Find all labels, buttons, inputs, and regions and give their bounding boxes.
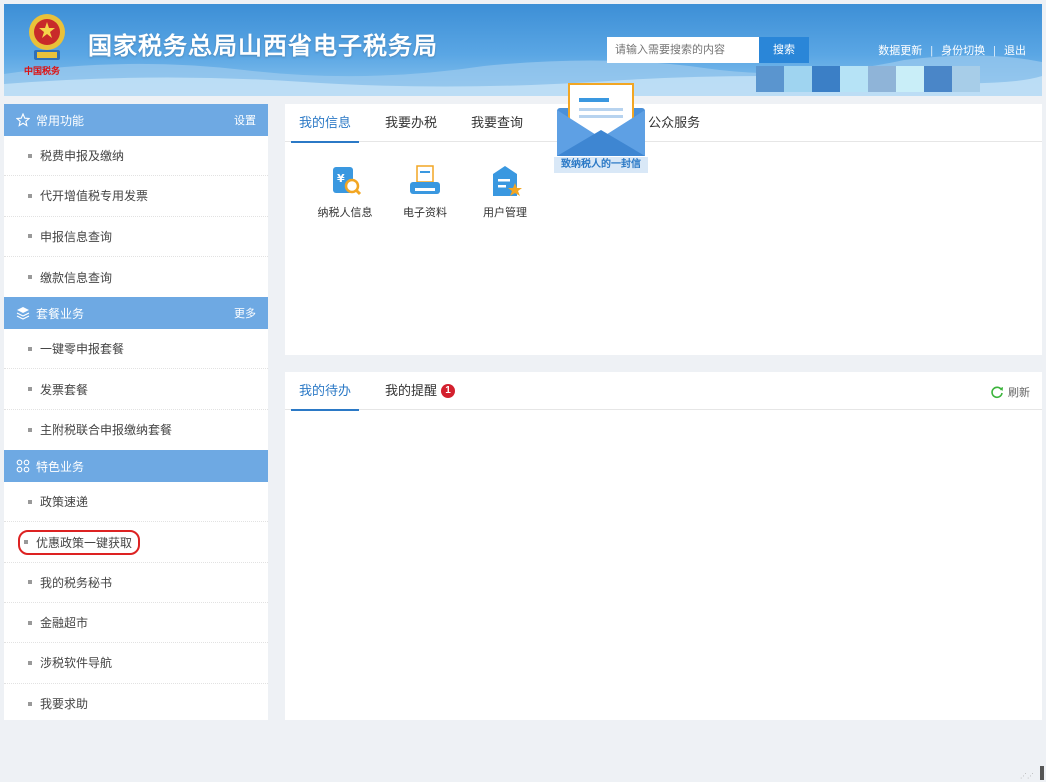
sidebar-item-label: 缴款信息查询 bbox=[40, 270, 113, 285]
section-title: 套餐业务 bbox=[36, 306, 85, 321]
tab-public-service[interactable]: 公众服务 bbox=[640, 104, 708, 142]
sidebar: 常用功能 设置 税费申报及缴纳 代开增值税专用发票 申报信息查询 缴款信息查询 … bbox=[4, 104, 268, 720]
function-tiles: ¥ 纳税人信息 电子资料 用户管理 bbox=[285, 142, 1042, 220]
reminder-count-badge: 1 bbox=[441, 384, 456, 398]
section-title: 常用功能 bbox=[36, 113, 85, 128]
user-management-icon bbox=[493, 166, 522, 196]
sidebar-item-label: 金融超市 bbox=[40, 616, 89, 631]
data-update-link[interactable]: 数据更新 bbox=[878, 45, 922, 57]
sidebar-section-packages: 套餐业务 更多 bbox=[4, 297, 268, 330]
sidebar-item[interactable]: 一键零申报套餐 bbox=[4, 329, 268, 370]
sidebar-item-label: 一键零申报套餐 bbox=[40, 342, 125, 357]
emblem-caption: 中国税务 bbox=[24, 66, 61, 76]
sidebar-item-label: 政策速递 bbox=[40, 495, 89, 510]
tab-my-reminders[interactable]: 我的提醒 1 bbox=[377, 372, 463, 410]
sidebar-item-label: 优惠政策一键获取 bbox=[36, 535, 133, 550]
sidebar-item[interactable]: 我的税务秘书 bbox=[4, 563, 268, 603]
sidebar-item[interactable]: 发票套餐 bbox=[4, 369, 268, 410]
taxpayer-info-icon: ¥ bbox=[333, 167, 362, 196]
tab-my-todo[interactable]: 我的待办 bbox=[291, 372, 360, 411]
tile-taxpayer-info[interactable]: ¥ 纳税人信息 bbox=[305, 162, 385, 220]
info-tabs: 我的信息 我要办税 我要查询 互 公众服务 bbox=[285, 104, 1042, 143]
sidebar-section-featured: 特色业务 bbox=[4, 450, 268, 483]
sidebar-item-label: 我的税务秘书 bbox=[40, 575, 113, 590]
sidebar-item-label: 涉税软件导航 bbox=[40, 656, 113, 671]
sidebar-item[interactable]: 我要求助 bbox=[4, 684, 268, 724]
search-input[interactable] bbox=[607, 37, 759, 63]
sidebar-item[interactable]: 申报信息查询 bbox=[4, 217, 268, 257]
bullet bbox=[28, 620, 32, 625]
sidebar-item-label: 我要求助 bbox=[40, 697, 89, 712]
sidebar-item-label: 代开增值税专用发票 bbox=[40, 189, 149, 204]
refresh-label: 刷新 bbox=[1008, 387, 1030, 399]
sidebar-item[interactable]: 涉税软件导航 bbox=[4, 643, 268, 684]
sidebar-item-label: 主附税联合申报缴纳套餐 bbox=[40, 423, 173, 438]
bullet bbox=[28, 387, 32, 392]
bullet bbox=[28, 580, 32, 585]
sidebar-item-label: 申报信息查询 bbox=[40, 229, 113, 244]
todo-tabs: 我的待办 我的提醒 1 刷新 bbox=[285, 372, 1042, 411]
sidebar-item[interactable]: 税费申报及缴纳 bbox=[4, 136, 268, 177]
sidebar-item[interactable]: 金融超市 bbox=[4, 603, 268, 644]
sidebar-item-label: 发票套餐 bbox=[40, 382, 89, 397]
highlight-circle: 优惠政策一键获取 bbox=[18, 529, 141, 555]
letter-label[interactable]: 致纳税人的一封信 bbox=[554, 157, 648, 173]
grid-icon bbox=[16, 459, 30, 473]
bullet bbox=[28, 193, 32, 198]
envelope-icon bbox=[557, 83, 645, 156]
sidebar-section-common: 常用功能 设置 bbox=[4, 104, 268, 136]
star-outline-icon bbox=[16, 113, 30, 127]
refresh-button[interactable]: 刷新 bbox=[990, 384, 1030, 400]
tab-tax-handling[interactable]: 我要办税 bbox=[377, 104, 445, 142]
bullet bbox=[28, 153, 32, 158]
bullet bbox=[28, 499, 32, 504]
top-links: 数据更新 | 身份切换 | 退出 bbox=[878, 45, 1026, 57]
tile-electronic-docs[interactable]: 电子资料 bbox=[385, 162, 465, 220]
tab-query[interactable]: 我要查询 bbox=[463, 104, 531, 142]
sidebar-item[interactable]: 政策速递 bbox=[4, 482, 268, 523]
search-button[interactable]: 搜索 bbox=[759, 37, 809, 63]
bullet bbox=[28, 346, 32, 351]
sidebar-item[interactable]: 代开增值税专用发票 bbox=[4, 176, 268, 217]
info-panel: 我的信息 我要办税 我要查询 互 公众服务 ¥ 纳税人信息 电子资料 bbox=[285, 104, 1042, 355]
logout-link[interactable]: 退出 bbox=[1004, 45, 1026, 57]
bullet bbox=[28, 427, 32, 432]
tile-label: 纳税人信息 bbox=[317, 207, 373, 219]
settings-link[interactable]: 设置 bbox=[234, 112, 256, 128]
decorative-blocks bbox=[756, 66, 980, 92]
bullet bbox=[28, 701, 32, 706]
bullet bbox=[28, 275, 32, 280]
sidebar-item-highlighted[interactable]: 优惠政策一键获取 bbox=[4, 522, 268, 563]
sidebar-item[interactable]: 缴款信息查询 bbox=[4, 257, 268, 297]
tab-my-info[interactable]: 我的信息 bbox=[291, 104, 360, 143]
resize-grip: ⋰⋰ bbox=[1020, 773, 1034, 780]
switch-identity-link[interactable]: 身份切换 bbox=[941, 45, 985, 57]
scrollbar-stub[interactable] bbox=[1040, 766, 1044, 780]
todo-panel: 我的待办 我的提醒 1 刷新 bbox=[285, 372, 1042, 720]
refresh-icon bbox=[991, 386, 1003, 399]
site-header: 中国税务 国家税务总局山西省电子税务局 搜索 数据更新|身份切换|退出 bbox=[4, 4, 1042, 96]
bullet bbox=[28, 660, 32, 665]
tile-label: 电子资料 bbox=[403, 207, 447, 219]
layers-icon bbox=[16, 306, 30, 320]
site-title: 国家税务总局山西省电子税务局 bbox=[88, 33, 438, 60]
tile-user-management[interactable]: 用户管理 bbox=[465, 162, 545, 220]
sidebar-item[interactable]: 主附税联合申报缴纳套餐 bbox=[4, 410, 268, 450]
section-title: 特色业务 bbox=[36, 459, 85, 474]
svg-text:¥: ¥ bbox=[337, 172, 345, 185]
tile-label: 用户管理 bbox=[483, 207, 527, 219]
tab-label: 我的提醒 bbox=[385, 383, 438, 398]
more-link[interactable]: 更多 bbox=[234, 305, 256, 321]
bullet bbox=[28, 234, 32, 239]
bullet bbox=[24, 540, 28, 545]
electronic-docs-icon bbox=[410, 165, 440, 194]
sidebar-item-label: 税费申报及缴纳 bbox=[40, 149, 125, 164]
